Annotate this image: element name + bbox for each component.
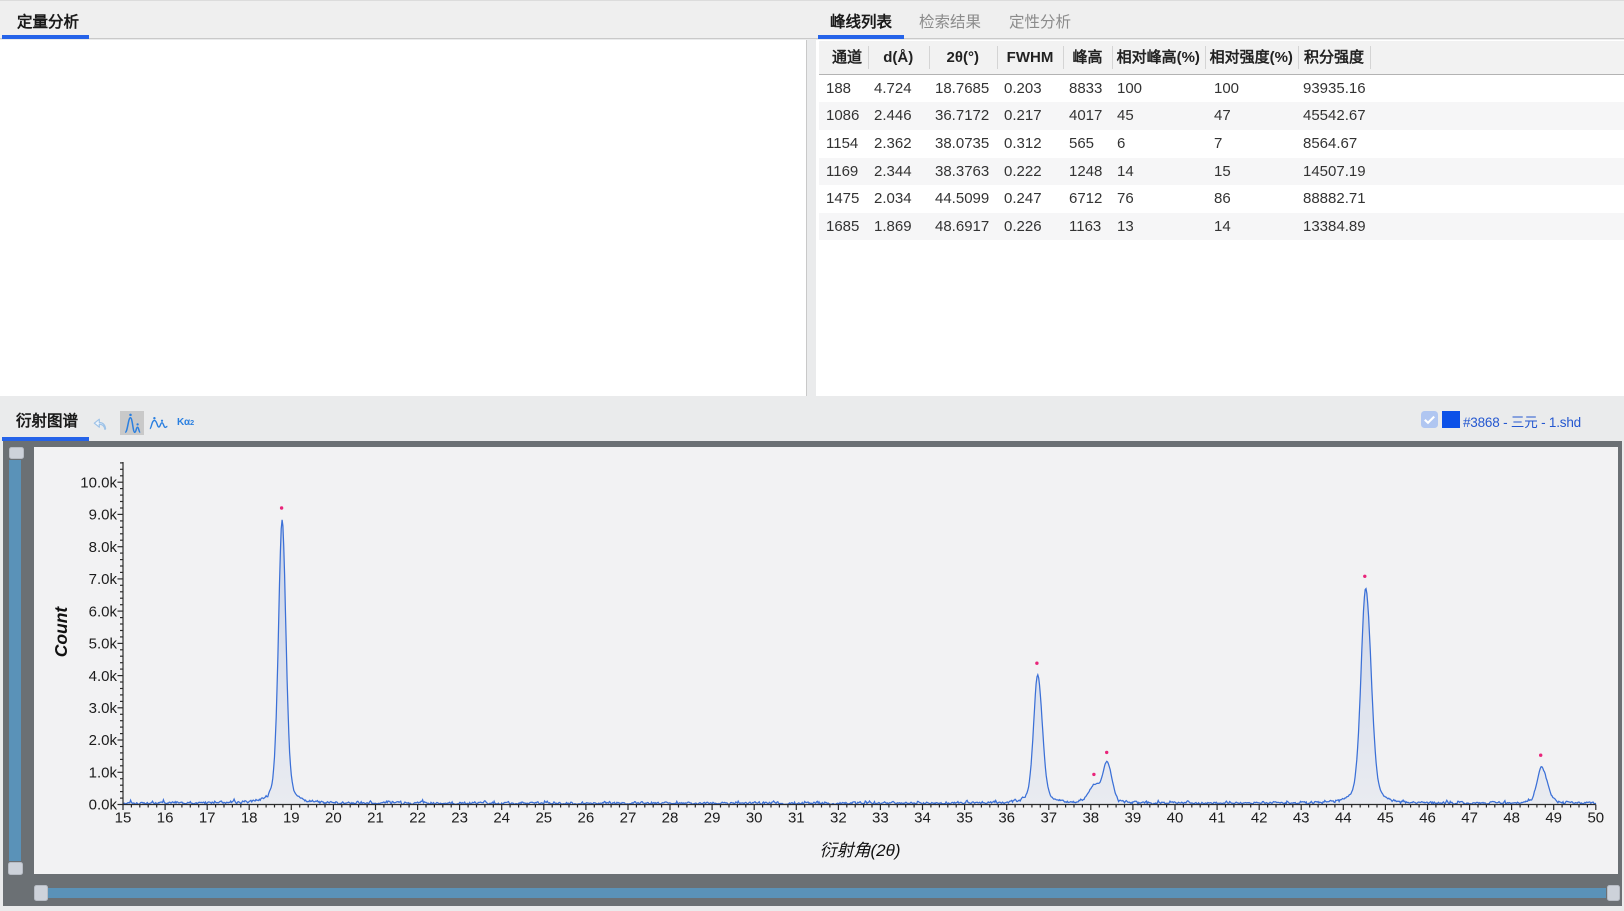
svg-text:43: 43	[1293, 810, 1310, 827]
svg-text:3.0k: 3.0k	[89, 700, 118, 717]
svg-text:30: 30	[746, 810, 763, 827]
svg-text:27: 27	[620, 810, 637, 827]
svg-text:26: 26	[578, 810, 595, 827]
svg-text:34: 34	[914, 810, 931, 827]
svg-text:18: 18	[241, 810, 258, 827]
svg-text:15: 15	[115, 810, 132, 827]
svg-text:8.0k: 8.0k	[89, 539, 118, 556]
svg-text:46: 46	[1419, 810, 1436, 827]
svg-text:1.0k: 1.0k	[89, 765, 118, 782]
svg-text:39: 39	[1125, 810, 1142, 827]
svg-text:28: 28	[662, 810, 679, 827]
svg-text:37: 37	[1040, 810, 1057, 827]
svg-text:24: 24	[493, 810, 510, 827]
svg-text:22: 22	[409, 810, 426, 827]
svg-text:44: 44	[1335, 810, 1352, 827]
svg-text:4.0k: 4.0k	[89, 668, 118, 685]
svg-text:49: 49	[1545, 810, 1562, 827]
svg-text:38: 38	[1082, 810, 1099, 827]
svg-text:21: 21	[367, 810, 384, 827]
svg-text:衍射角(2θ): 衍射角(2θ)	[820, 841, 901, 860]
svg-text:2.0k: 2.0k	[89, 732, 118, 749]
svg-text:40: 40	[1167, 810, 1184, 827]
svg-text:50: 50	[1587, 810, 1604, 827]
svg-text:9.0k: 9.0k	[89, 507, 118, 524]
svg-text:45: 45	[1377, 810, 1394, 827]
svg-text:41: 41	[1209, 810, 1226, 827]
svg-text:17: 17	[199, 810, 216, 827]
svg-text:48: 48	[1503, 810, 1520, 827]
svg-text:35: 35	[956, 810, 973, 827]
svg-text:16: 16	[157, 810, 174, 827]
svg-text:Count: Count	[51, 606, 71, 658]
svg-text:29: 29	[704, 810, 721, 827]
svg-text:36: 36	[998, 810, 1015, 827]
svg-text:33: 33	[872, 810, 889, 827]
svg-text:32: 32	[830, 810, 847, 827]
svg-text:23: 23	[451, 810, 468, 827]
svg-text:5.0k: 5.0k	[89, 636, 118, 653]
svg-text:47: 47	[1461, 810, 1478, 827]
svg-text:7.0k: 7.0k	[89, 571, 118, 588]
svg-text:42: 42	[1251, 810, 1268, 827]
svg-text:19: 19	[283, 810, 300, 827]
svg-text:25: 25	[535, 810, 552, 827]
svg-text:31: 31	[788, 810, 805, 827]
svg-text:10.0k: 10.0k	[80, 474, 117, 491]
svg-text:0.0k: 0.0k	[89, 797, 118, 814]
svg-text:6.0k: 6.0k	[89, 603, 118, 620]
svg-text:20: 20	[325, 810, 342, 827]
